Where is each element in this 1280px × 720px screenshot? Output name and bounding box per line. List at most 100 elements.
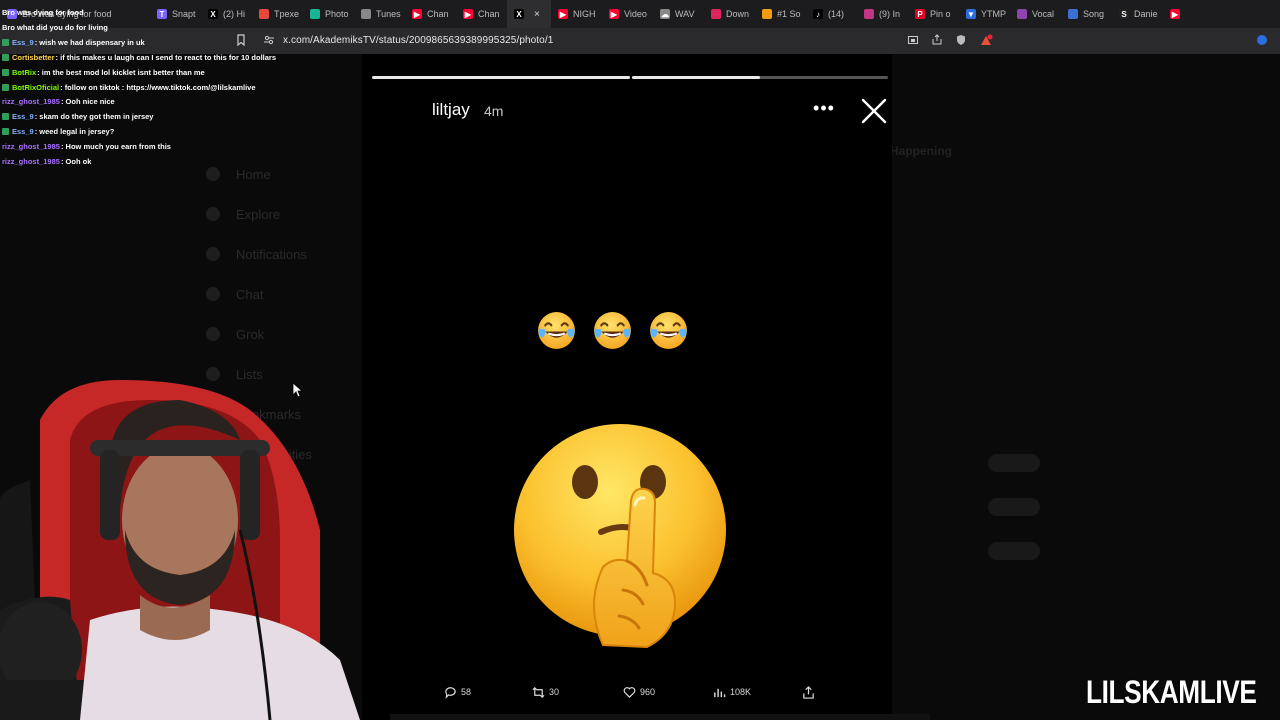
background-nav-label: Chat <box>236 286 264 302</box>
browser-tab[interactable]: ♪ (14) <box>806 0 857 28</box>
chat-message: Bro was dying for food <box>2 6 302 21</box>
background-nav-icon <box>206 207 220 221</box>
background-nav-icon <box>206 247 220 261</box>
repost-icon <box>532 686 545 698</box>
background-nav-icon <box>206 287 220 301</box>
browser-tab[interactable]: Vocal <box>1010 0 1061 28</box>
browser-tab[interactable]: Photo <box>303 0 354 28</box>
tab-close-icon[interactable]: × <box>534 9 540 20</box>
browser-tab[interactable]: ▼ YTMP <box>959 0 1010 28</box>
tab-label: Down <box>726 9 750 19</box>
tab-label: Tunes <box>376 9 401 19</box>
views-button[interactable]: 108K <box>713 683 751 701</box>
browser-tab[interactable]: ▶ <box>1163 0 1214 28</box>
views-count: 108K <box>730 687 752 697</box>
background-nav-item: Notifications <box>200 234 370 274</box>
tab-favicon-icon: ▶ <box>558 9 568 19</box>
tab-label: Photo <box>325 9 349 19</box>
like-button[interactable]: 960 <box>623 683 655 701</box>
tab-favicon-icon <box>711 9 721 19</box>
share-icon[interactable] <box>930 34 944 48</box>
tab-favicon-icon: ♪ <box>813 9 823 19</box>
tab-label: NIGH <box>573 9 596 19</box>
chat-text: weed legal in jersey? <box>39 127 115 137</box>
webcam-overlay <box>0 380 360 720</box>
share-post-button[interactable] <box>802 683 815 701</box>
chat-username: Cortisbetter <box>12 52 55 62</box>
url-text[interactable]: x.com/AkademiksTV/status/200986563938999… <box>283 35 553 46</box>
browser-tab[interactable]: ▶ Chan <box>405 0 456 28</box>
tab-favicon-icon <box>1017 9 1027 19</box>
tab-favicon-icon: P <box>915 9 925 19</box>
chat-text: skam do they got them in jersey <box>39 112 154 122</box>
tab-favicon-icon <box>762 9 772 19</box>
brave-rewards-icon[interactable] <box>979 34 993 48</box>
tab-favicon-icon: ▶ <box>412 9 422 19</box>
chat-username: rizz_ghost_1985 <box>2 142 60 152</box>
stream-brand-watermark: LILSKAMLIVE <box>1086 674 1257 710</box>
tab-label: #1 So <box>777 9 801 19</box>
browser-tab[interactable]: Song <box>1061 0 1112 28</box>
brave-shield-icon[interactable] <box>954 34 968 48</box>
reply-button[interactable]: 58 <box>444 683 471 701</box>
browser-tab[interactable]: ▶ Chan <box>456 0 507 28</box>
browser-tab[interactable]: #1 So <box>755 0 806 28</box>
browser-tab[interactable]: ▶ NIGH <box>551 0 602 28</box>
chat-text: Ooh nice nice <box>65 97 115 107</box>
chat-username: BotRix <box>12 67 37 77</box>
story-progress-segment <box>632 76 888 79</box>
tears-of-joy-emoji-icon <box>594 312 631 349</box>
tab-favicon-icon <box>310 9 320 19</box>
chat-badge-icon <box>2 113 9 121</box>
close-button[interactable] <box>858 95 890 127</box>
tab-label: Song <box>1083 9 1105 19</box>
tab-label: Vocal <box>1032 9 1055 19</box>
background-sidebar-heading: Happening <box>890 144 952 158</box>
stream-chat-overlay: Bro was dying for food Bro what did you d… <box>2 6 302 170</box>
tab-favicon-icon <box>361 9 371 19</box>
reply-icon <box>445 686 456 699</box>
tab-label: Danie <box>1134 9 1158 19</box>
repost-count: 30 <box>549 687 560 697</box>
reply-count: 58 <box>461 687 472 697</box>
chat-text: follow on tiktok : https://www.tiktok.co… <box>64 82 256 92</box>
tab-favicon-icon <box>1068 9 1078 19</box>
tab-favicon-icon: ▶ <box>609 9 619 19</box>
story-username[interactable]: liltjay <box>432 100 470 120</box>
chat-username: Ess_9 <box>12 112 34 122</box>
tab-favicon-icon: ▼ <box>966 9 976 19</box>
chat-badge-icon <box>2 38 9 46</box>
background-nav-item: Chat <box>200 274 370 314</box>
chat-badge-icon <box>2 53 9 61</box>
browser-tab[interactable]: ☁ WAV <box>653 0 704 28</box>
chat-username: rizz_ghost_1985 <box>2 97 60 107</box>
background-nav-label: Explore <box>236 206 281 222</box>
tab-favicon-icon: ▶ <box>463 9 473 19</box>
browser-tab[interactable]: S Danie <box>1112 0 1163 28</box>
tab-favicon-icon: X <box>514 9 524 19</box>
tab-active[interactable]: X × <box>507 0 551 28</box>
browser-tab[interactable]: (9) In <box>857 0 908 28</box>
background-follow-pill <box>988 542 1040 560</box>
tab-label: WAV <box>675 9 695 19</box>
tab-label: (9) In <box>879 9 901 19</box>
browser-tab[interactable]: ▶ Video <box>602 0 653 28</box>
more-options-button[interactable]: ••• <box>810 98 838 122</box>
chat-text: wish we had dispensary in uk <box>39 37 145 47</box>
chat-username: Ess_9 <box>12 37 34 47</box>
browser-tab[interactable]: Tunes <box>354 0 405 28</box>
chat-badge-icon <box>2 83 9 91</box>
extension-icon[interactable] <box>1255 34 1269 48</box>
close-icon <box>861 98 887 124</box>
repost-button[interactable]: 30 <box>532 683 559 701</box>
chat-badge-icon <box>2 68 9 76</box>
chat-text: Bro was dying for food <box>2 8 84 17</box>
chat-message: Cortisbetter: if this makes u laugh can … <box>2 51 302 66</box>
mouse-cursor-icon <box>292 382 302 398</box>
browser-tab[interactable]: Down <box>704 0 755 28</box>
chat-text: Bro what did you do for living <box>2 22 108 32</box>
cast-icon[interactable] <box>906 34 920 48</box>
tab-favicon-icon: ▶ <box>1170 9 1180 19</box>
browser-tab[interactable]: P Pin o <box>908 0 959 28</box>
chat-text: How much you earn from this <box>65 142 171 152</box>
